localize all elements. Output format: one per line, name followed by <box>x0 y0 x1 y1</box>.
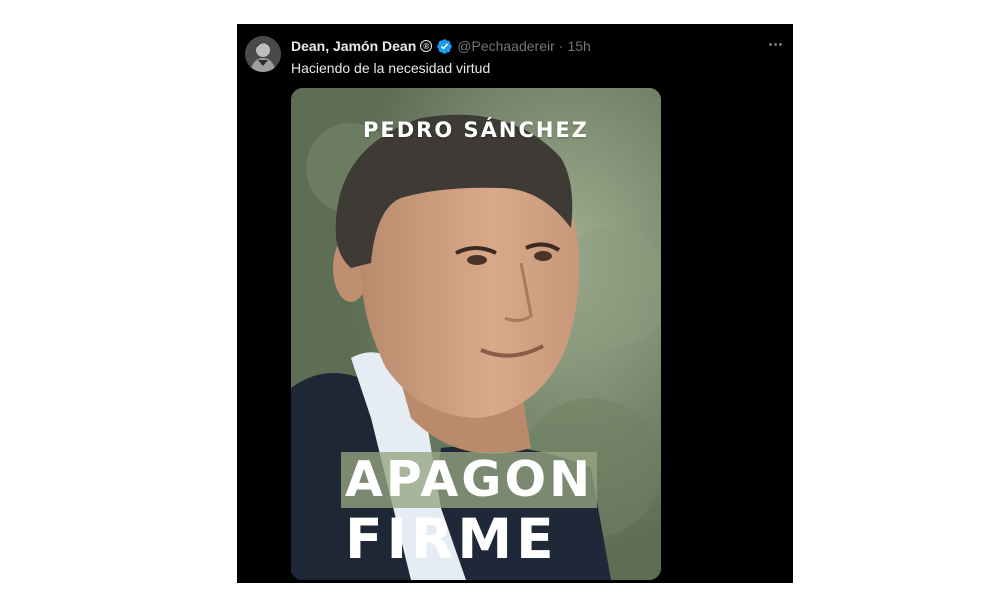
cover-author-name: PEDRO SÁNCHEZ <box>362 118 589 142</box>
tweet-text: Haciendo de la necesidad virtud <box>291 60 491 76</box>
tweet-media-image[interactable]: PEDRO SÁNCHEZ APAGON FIRME <box>291 88 661 580</box>
avatar-icon <box>245 36 281 72</box>
user-handle[interactable]: @Pechaadereir <box>457 37 555 55</box>
registered-mark: ® <box>420 40 433 52</box>
more-options-icon[interactable] <box>765 34 785 54</box>
display-name[interactable]: Dean, Jamón Dean <box>291 37 416 55</box>
cover-title-line-2: FIRME <box>345 507 558 571</box>
tweet-card[interactable]: Dean, Jamón Dean ® @Pechaadereir · 15h H… <box>237 24 793 583</box>
screenshot-canvas: Dean, Jamón Dean ® @Pechaadereir · 15h H… <box>0 0 1000 600</box>
tweet-header: Dean, Jamón Dean ® @Pechaadereir · 15h <box>291 37 591 55</box>
cover-title-line-1: APAGON <box>341 452 598 508</box>
separator-dot: · <box>558 38 564 54</box>
verified-badge-icon <box>437 38 453 54</box>
avatar[interactable] <box>245 36 281 72</box>
timestamp[interactable]: 15h <box>567 37 590 55</box>
